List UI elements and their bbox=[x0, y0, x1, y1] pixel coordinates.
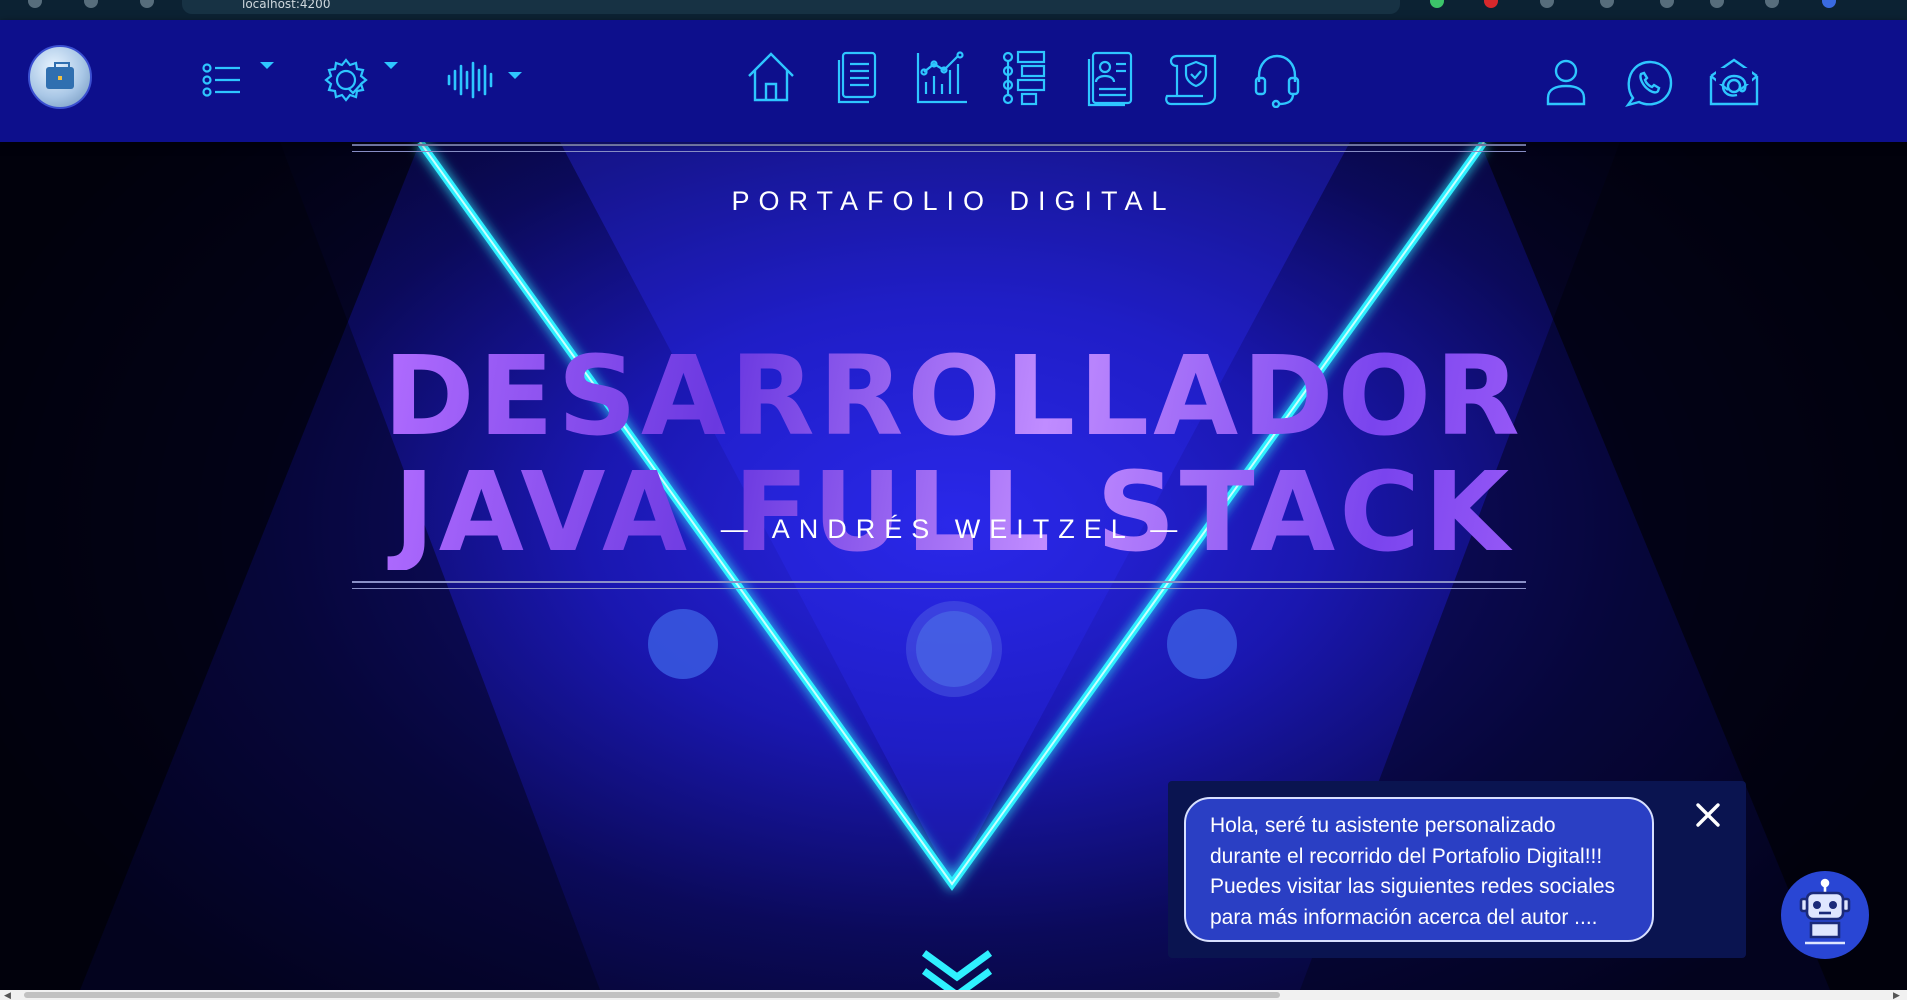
chevron-down-icon[interactable] bbox=[508, 72, 522, 79]
audio-wave-icon[interactable] bbox=[445, 60, 497, 100]
scroll-right-icon[interactable]: ▶ bbox=[1893, 990, 1900, 1000]
hero-title-line2: JAVA FULL STACK bbox=[0, 454, 1907, 570]
bottom-divider bbox=[352, 581, 1526, 589]
home-icon[interactable] bbox=[745, 50, 797, 104]
carousel-dot[interactable] bbox=[1167, 609, 1237, 679]
media-icon[interactable] bbox=[1600, 0, 1614, 8]
extension-icon[interactable] bbox=[1430, 0, 1444, 8]
extensions-icon[interactable] bbox=[1540, 0, 1554, 8]
hero-kicker: PORTAFOLIO DIGITAL bbox=[731, 186, 1176, 216]
chevron-down-icon[interactable] bbox=[384, 62, 398, 69]
address-text: localhost:4200 bbox=[242, 0, 331, 11]
document-icon[interactable] bbox=[835, 50, 879, 106]
carousel-dot-active[interactable] bbox=[916, 611, 992, 687]
horizontal-scrollbar[interactable]: ◀ ▶ bbox=[0, 990, 1907, 1000]
scroll-down-chevron-icon[interactable] bbox=[920, 945, 994, 1000]
browser-toolbar: localhost:4200 bbox=[0, 0, 1907, 20]
top-divider bbox=[352, 144, 1526, 152]
menu-list-icon[interactable] bbox=[200, 58, 244, 102]
robot-icon[interactable] bbox=[1781, 871, 1869, 959]
user-icon[interactable] bbox=[1545, 58, 1587, 106]
back-icon[interactable] bbox=[28, 0, 42, 8]
headset-icon[interactable] bbox=[1253, 52, 1301, 108]
email-icon[interactable] bbox=[1708, 56, 1760, 108]
assistant-chat-panel: Hola, seré tu asistente personalizado du… bbox=[1168, 781, 1746, 958]
resume-icon[interactable] bbox=[1085, 50, 1135, 108]
logo-briefcase-icon[interactable] bbox=[28, 45, 92, 109]
tree-list-icon[interactable] bbox=[1000, 50, 1048, 106]
download-icon[interactable] bbox=[1765, 0, 1779, 8]
scrollbar-thumb[interactable] bbox=[24, 992, 1280, 998]
sidebar-icon[interactable] bbox=[1660, 0, 1674, 8]
settings-check-icon[interactable] bbox=[322, 56, 370, 104]
whatsapp-icon[interactable] bbox=[1625, 58, 1673, 108]
carousel-dot[interactable] bbox=[648, 609, 718, 679]
apps-icon[interactable] bbox=[140, 0, 154, 8]
scroll-left-icon[interactable]: ◀ bbox=[4, 990, 11, 1000]
history-icon[interactable] bbox=[1710, 0, 1724, 8]
hero-author: — ANDRÉS WEITZEL — bbox=[720, 514, 1187, 544]
address-bar[interactable]: localhost:4200 bbox=[182, 0, 1400, 14]
assistant-message: Hola, seré tu asistente personalizado du… bbox=[1184, 797, 1654, 942]
close-icon[interactable] bbox=[1692, 799, 1724, 831]
chart-icon[interactable] bbox=[915, 50, 969, 106]
profile-icon[interactable] bbox=[1822, 0, 1836, 8]
main-navbar bbox=[0, 20, 1907, 142]
certificate-icon[interactable] bbox=[1163, 50, 1223, 108]
reload-icon[interactable] bbox=[84, 0, 98, 8]
extension-icon[interactable] bbox=[1484, 0, 1498, 8]
chevron-down-icon[interactable] bbox=[260, 62, 274, 69]
hero-title-line1: DESARROLLADOR bbox=[0, 338, 1907, 454]
